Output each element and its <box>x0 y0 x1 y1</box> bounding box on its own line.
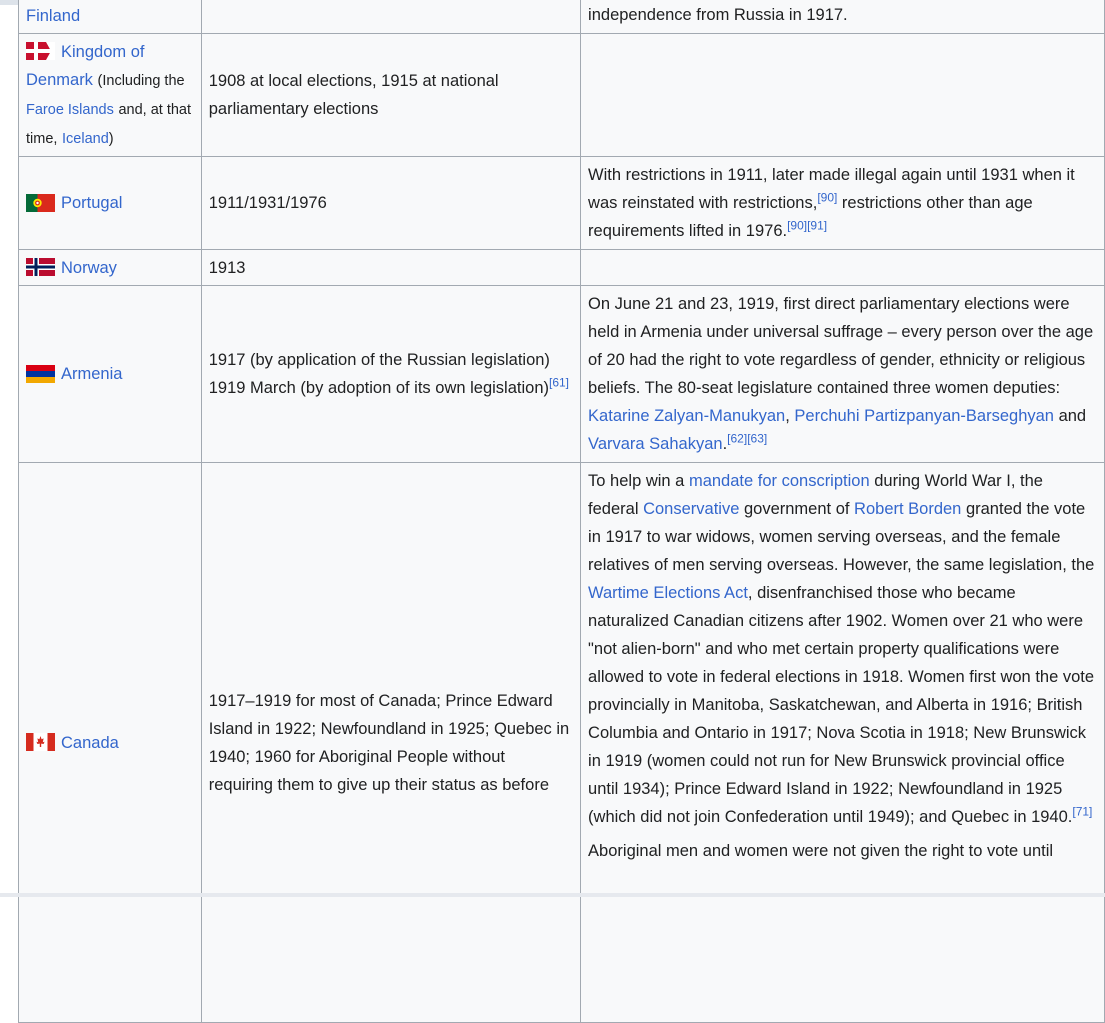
notes-cell: To help win a mandate for conscription d… <box>580 462 1105 1023</box>
country-link-portugal[interactable]: Portugal <box>61 194 122 212</box>
notes-cell: independence from Russia in 1917. <box>580 0 1105 34</box>
year-cell: 1913 <box>200 249 582 286</box>
varvara-sahakyan-link[interactable]: Varvara Sahakyan <box>588 435 723 453</box>
notes-text: To help win a <box>588 472 689 490</box>
year-text: 1917–1919 for most of Canada; Prince Edw… <box>208 691 570 794</box>
portugal-flag-icon <box>26 193 55 212</box>
country-cell: Finland <box>18 0 202 34</box>
mandate-for-conscription-link[interactable]: mandate for conscription <box>689 472 870 490</box>
faroe-islands-link[interactable]: Faroe Islands <box>26 102 114 118</box>
reference-link[interactable]: [90] <box>787 219 807 233</box>
reference-superscript: [90][91] <box>787 219 827 233</box>
table-row: Portugal 1911/1931/1976 With restriction… <box>18 156 1105 250</box>
country-note: ) <box>108 130 114 147</box>
notes-text: On June 21 and 23, 1919, first direct pa… <box>588 295 1094 397</box>
year-cell: 1917 (by application of the Russian legi… <box>200 285 582 463</box>
notes-cell: With restrictions in 1911, later made il… <box>580 156 1105 250</box>
year-text: 1919 March (by adoption of its own legis… <box>208 379 549 397</box>
notes-paragraph: To help win a mandate for conscription d… <box>588 467 1097 831</box>
reference-link[interactable]: [91] <box>807 219 827 233</box>
armenia-flag-icon <box>26 364 55 383</box>
perchuhi-partizpanyan-barseghyan-link[interactable]: Perchuhi Partizpanyan-Barseghyan <box>794 407 1054 425</box>
year-cell: 1911/1931/1976 <box>200 156 582 250</box>
country-link-norway[interactable]: Norway <box>61 259 117 277</box>
notes-cell <box>580 33 1105 157</box>
country-cell: Kingdom of Denmark (Including the Faroe … <box>18 33 202 157</box>
year-text: 1917 (by application of the Russian legi… <box>208 351 550 369</box>
notes-text: and <box>1053 407 1087 425</box>
country-link-finland[interactable]: Finland <box>26 7 80 25</box>
country-cell: Portugal <box>18 156 202 250</box>
denmark-flag-icon <box>26 42 55 61</box>
robert-borden-link[interactable]: Robert Borden <box>854 500 961 518</box>
notes-cell <box>580 249 1105 286</box>
reference-superscript: [61] <box>549 376 569 390</box>
country-link-armenia[interactable]: Armenia <box>61 365 122 383</box>
reference-link[interactable]: [63] <box>747 432 767 446</box>
country-note: (Including the <box>97 72 185 89</box>
table-row: Canada 1917–1919 for most of Canada; Pri… <box>18 462 1105 1023</box>
katarine-zalyan-manukyan-link[interactable]: Katarine Zalyan-Manukyan <box>588 407 785 425</box>
country-cell: Norway <box>18 249 202 286</box>
norway-flag-icon <box>26 258 55 277</box>
year-text: 1911/1931/1976 <box>208 194 327 212</box>
iceland-link[interactable]: Iceland <box>62 131 109 147</box>
suffrage-table-container: Finland 1906 independence from Russia in… <box>18 0 1105 1023</box>
year-text: 1913 <box>208 258 246 277</box>
table-row: Norway 1913 <box>18 249 1105 286</box>
notes-text: Aboriginal men and women were not given … <box>588 842 1054 860</box>
reference-link[interactable]: [90] <box>817 191 837 205</box>
table-row: Armenia 1917 (by application of the Russ… <box>18 285 1105 463</box>
reference-superscript: [90] <box>817 191 837 205</box>
suffrage-table: Finland 1906 independence from Russia in… <box>18 0 1105 1023</box>
notes-text: , disenfranchised those who became natur… <box>588 584 1095 826</box>
reference-link[interactable]: [71] <box>1072 805 1092 819</box>
reference-superscript: [62][63] <box>727 432 767 446</box>
conservative-link[interactable]: Conservative <box>643 500 739 518</box>
year-text: 1908 at local elections, 1915 at nationa… <box>208 72 499 118</box>
year-cell: 1906 <box>200 0 582 34</box>
notes-text: independence from Russia in 1917. <box>588 6 848 24</box>
notes-paragraph: Aboriginal men and women were not given … <box>588 837 1097 865</box>
reference-link[interactable]: [61] <box>549 376 569 390</box>
year-cell: 1917–1919 for most of Canada; Prince Edw… <box>200 462 582 1023</box>
canada-flag-icon <box>26 733 55 752</box>
year-cell: 1908 at local elections, 1915 at nationa… <box>200 33 582 157</box>
reference-superscript: [71] <box>1072 805 1092 819</box>
notes-cell: On June 21 and 23, 1919, first direct pa… <box>580 285 1105 463</box>
reference-link[interactable]: [62] <box>727 432 747 446</box>
country-link-canada[interactable]: Canada <box>61 734 119 752</box>
bottom-scroll-band <box>0 893 1105 897</box>
country-cell: Canada <box>18 462 202 1023</box>
table-row: Finland 1906 independence from Russia in… <box>18 0 1105 34</box>
notes-text: government of <box>739 500 855 518</box>
wartime-elections-act-link[interactable]: Wartime Elections Act <box>588 584 748 602</box>
table-row: Kingdom of Denmark (Including the Faroe … <box>18 33 1105 157</box>
country-cell: Armenia <box>18 285 202 463</box>
